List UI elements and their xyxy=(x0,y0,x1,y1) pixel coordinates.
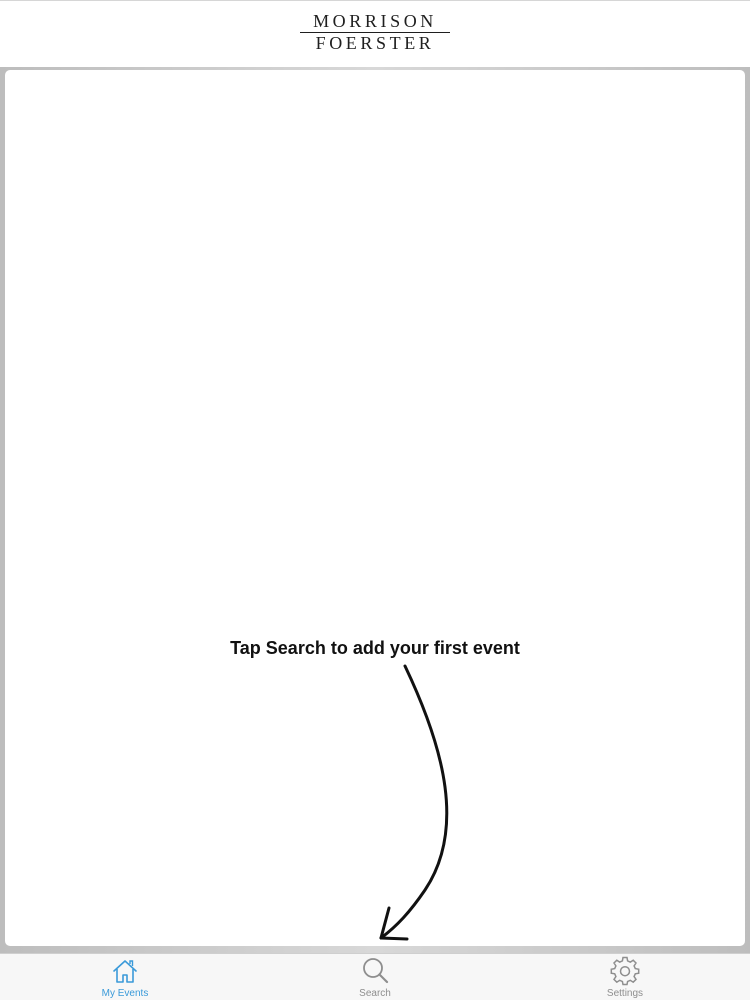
home-icon xyxy=(113,960,137,983)
morrison-foerster-logo: MORRISON FOERSTER xyxy=(0,12,750,53)
app-header: MORRISON FOERSTER xyxy=(0,0,750,68)
tab-my-events[interactable]: My Events xyxy=(65,956,185,1000)
tab-search-label: Search xyxy=(359,988,391,999)
hand-drawn-arrow-icon xyxy=(379,664,449,941)
tab-bar: My Events Search Settings xyxy=(0,953,750,1000)
tab-settings-label: Settings xyxy=(606,988,644,999)
gear-icon xyxy=(610,956,640,986)
events-list-empty: Tap Search to add your first event xyxy=(5,70,745,946)
empty-state-hint: Tap Search to add your first event xyxy=(230,638,520,658)
tab-my-events-label: My Events xyxy=(101,988,149,999)
logo-line-1: MORRISON xyxy=(313,11,437,31)
content-frame: Tap Search to add your first event xyxy=(0,67,750,953)
search-icon xyxy=(363,958,389,984)
logo-line-2: FOERSTER xyxy=(315,33,435,53)
tab-search[interactable]: Search xyxy=(315,956,435,1000)
tab-settings[interactable]: Settings xyxy=(565,956,685,1000)
